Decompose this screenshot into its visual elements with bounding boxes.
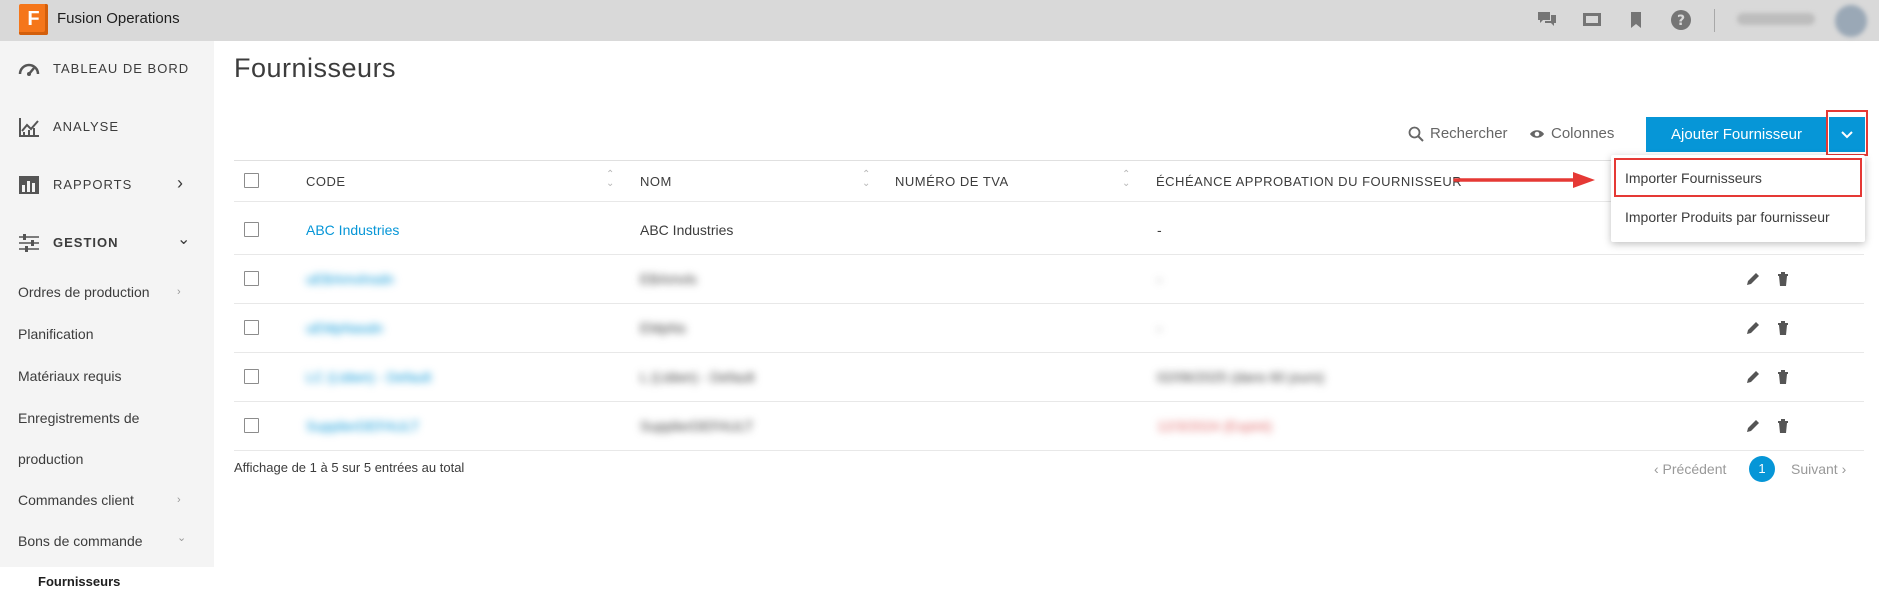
sidebar-item-label: RAPPORTS xyxy=(53,177,133,192)
supplier-name: SupplierDEFAULT xyxy=(640,418,754,434)
sort-icon[interactable]: ⌃ ⌄ xyxy=(1122,170,1130,189)
chevron-right-icon: › xyxy=(177,494,181,506)
delete-icon[interactable] xyxy=(1775,369,1791,385)
supplier-code-link[interactable]: LC (Ltdwn) - Default xyxy=(306,369,431,385)
sidebar-item-label: TABLEAU DE BORD xyxy=(53,61,190,76)
screen-icon[interactable] xyxy=(1582,11,1602,29)
search-button[interactable]: Rechercher xyxy=(1408,125,1508,142)
approval-due: - xyxy=(1157,271,1162,287)
annotation-arrow-icon xyxy=(1453,172,1595,188)
previous-page-button[interactable]: ‹ Précédent xyxy=(1654,461,1726,477)
top-bar: F Fusion Operations ? xyxy=(0,0,1879,41)
row-divider xyxy=(234,401,1864,402)
avatar[interactable] xyxy=(1835,5,1867,37)
edit-icon[interactable] xyxy=(1745,271,1761,287)
next-page-button[interactable]: Suivant › xyxy=(1791,461,1846,477)
column-header-nom[interactable]: NOM xyxy=(640,174,672,189)
chevron-down-icon: ⌄ xyxy=(177,532,187,544)
sidebar-item-label: Fournisseurs xyxy=(38,574,121,589)
add-supplier-dropdown-menu: Importer Fournisseurs Importer Produits … xyxy=(1611,155,1865,242)
supplier-code-link[interactable]: ABC Industries xyxy=(306,222,399,238)
sidebar-item-analyse[interactable]: ANALYSE xyxy=(0,107,214,147)
analytics-icon xyxy=(19,118,39,137)
annotation-highlight-toggle xyxy=(1826,110,1868,156)
supplier-code-link[interactable]: uEMpNasdn xyxy=(306,320,383,336)
app-title: Fusion Operations xyxy=(57,10,180,27)
supplier-name: ABC Industries xyxy=(640,222,734,238)
chevron-right-icon: › xyxy=(177,173,183,193)
delete-icon[interactable] xyxy=(1775,418,1791,434)
edit-icon[interactable] xyxy=(1745,418,1761,434)
approval-due: 02/06/2025 (dans 60 jours) xyxy=(1157,369,1325,385)
supplier-name: EBAmvls xyxy=(640,271,697,287)
sort-icon[interactable]: ⌃ ⌄ xyxy=(862,170,870,189)
row-divider xyxy=(234,254,1864,255)
eye-icon xyxy=(1530,129,1544,138)
sidebar-item-bons-commande[interactable]: Bons de commande xyxy=(18,533,143,549)
row-divider xyxy=(234,303,1864,304)
columns-label: Colonnes xyxy=(1551,125,1615,142)
menu-item-import-suppliers[interactable]: Importer Fournisseurs xyxy=(1625,170,1762,186)
row-checkbox[interactable] xyxy=(244,222,259,237)
sidebar-item-materiaux-requis[interactable]: Matériaux requis xyxy=(18,368,122,384)
reports-icon xyxy=(19,176,39,194)
columns-button[interactable]: Colonnes xyxy=(1529,125,1614,142)
row-divider xyxy=(234,352,1864,353)
sliders-icon xyxy=(19,234,39,252)
supplier-name: EMpNs xyxy=(640,320,686,336)
supplier-name: L (Ltdwn) - Default xyxy=(640,369,755,385)
row-checkbox[interactable] xyxy=(244,320,259,335)
chat-icon[interactable] xyxy=(1537,11,1557,29)
page-title: Fournisseurs xyxy=(234,53,397,83)
row-checkbox[interactable] xyxy=(244,369,259,384)
app-logo[interactable]: F xyxy=(19,4,48,35)
row-checkbox[interactable] xyxy=(244,271,259,286)
row-checkbox[interactable] xyxy=(244,418,259,433)
column-header-echeance[interactable]: ÉCHÉANCE APPROBATION DU FOURNISSEUR xyxy=(1156,174,1462,189)
row-divider xyxy=(234,450,1864,451)
supplier-code-link[interactable]: SupplierDEFAULT xyxy=(306,418,419,434)
menu-item-import-products-by-supplier[interactable]: Importer Produits par fournisseur xyxy=(1625,209,1830,225)
sidebar-item-gestion[interactable]: GESTION ⌄ xyxy=(0,223,214,263)
sidebar-item-dashboard[interactable]: TABLEAU DE BORD xyxy=(0,49,214,89)
column-header-code[interactable]: CODE xyxy=(306,174,346,189)
delete-icon[interactable] xyxy=(1775,320,1791,336)
edit-icon[interactable] xyxy=(1745,369,1761,385)
dashboard-icon xyxy=(18,63,40,76)
select-all-checkbox[interactable] xyxy=(244,173,259,188)
sidebar-item-fournisseurs[interactable]: Fournisseurs xyxy=(0,567,214,597)
search-icon xyxy=(1408,126,1424,142)
delete-icon[interactable] xyxy=(1775,271,1791,287)
sidebar-item-enregistrements-production-line2[interactable]: production xyxy=(18,451,83,467)
sidebar-item-label: GESTION xyxy=(53,235,119,250)
sort-icon[interactable]: ⌃ ⌄ xyxy=(606,170,614,189)
approval-due-expired: 12/3/2024 (Expiré) xyxy=(1157,418,1273,434)
chevron-right-icon: › xyxy=(177,286,181,298)
help-icon[interactable]: ? xyxy=(1670,9,1692,31)
sidebar-item-enregistrements-production[interactable]: Enregistrements de xyxy=(18,410,139,426)
sidebar-item-rapports[interactable]: RAPPORTS › xyxy=(0,165,214,205)
supplier-code-link[interactable]: uEBAmvlnsdn xyxy=(306,271,394,287)
column-header-tva[interactable]: NUMÉRO DE TVA xyxy=(895,174,1009,189)
sidebar: TABLEAU DE BORD ANALYSE RAPPORTS › GESTI… xyxy=(0,41,214,597)
approval-due: - xyxy=(1157,222,1162,238)
pagination-info: Affichage de 1 à 5 sur 5 entrées au tota… xyxy=(234,460,465,475)
bookmark-icon[interactable] xyxy=(1626,11,1646,29)
page-number-button[interactable]: 1 xyxy=(1749,456,1775,482)
sidebar-item-commandes-client[interactable]: Commandes client xyxy=(18,492,134,508)
svg-text:?: ? xyxy=(1677,13,1685,29)
approval-due: - xyxy=(1157,320,1162,336)
edit-icon[interactable] xyxy=(1745,320,1761,336)
top-divider xyxy=(1714,9,1715,32)
sidebar-item-planification[interactable]: Planification xyxy=(18,326,94,342)
user-name[interactable] xyxy=(1737,13,1815,25)
add-supplier-button[interactable]: Ajouter Fournisseur xyxy=(1646,117,1827,152)
chevron-down-icon: ⌄ xyxy=(177,231,191,248)
sidebar-item-label: ANALYSE xyxy=(53,119,120,134)
search-label: Rechercher xyxy=(1430,125,1508,142)
sidebar-item-ordres-production[interactable]: Ordres de production xyxy=(18,284,150,300)
